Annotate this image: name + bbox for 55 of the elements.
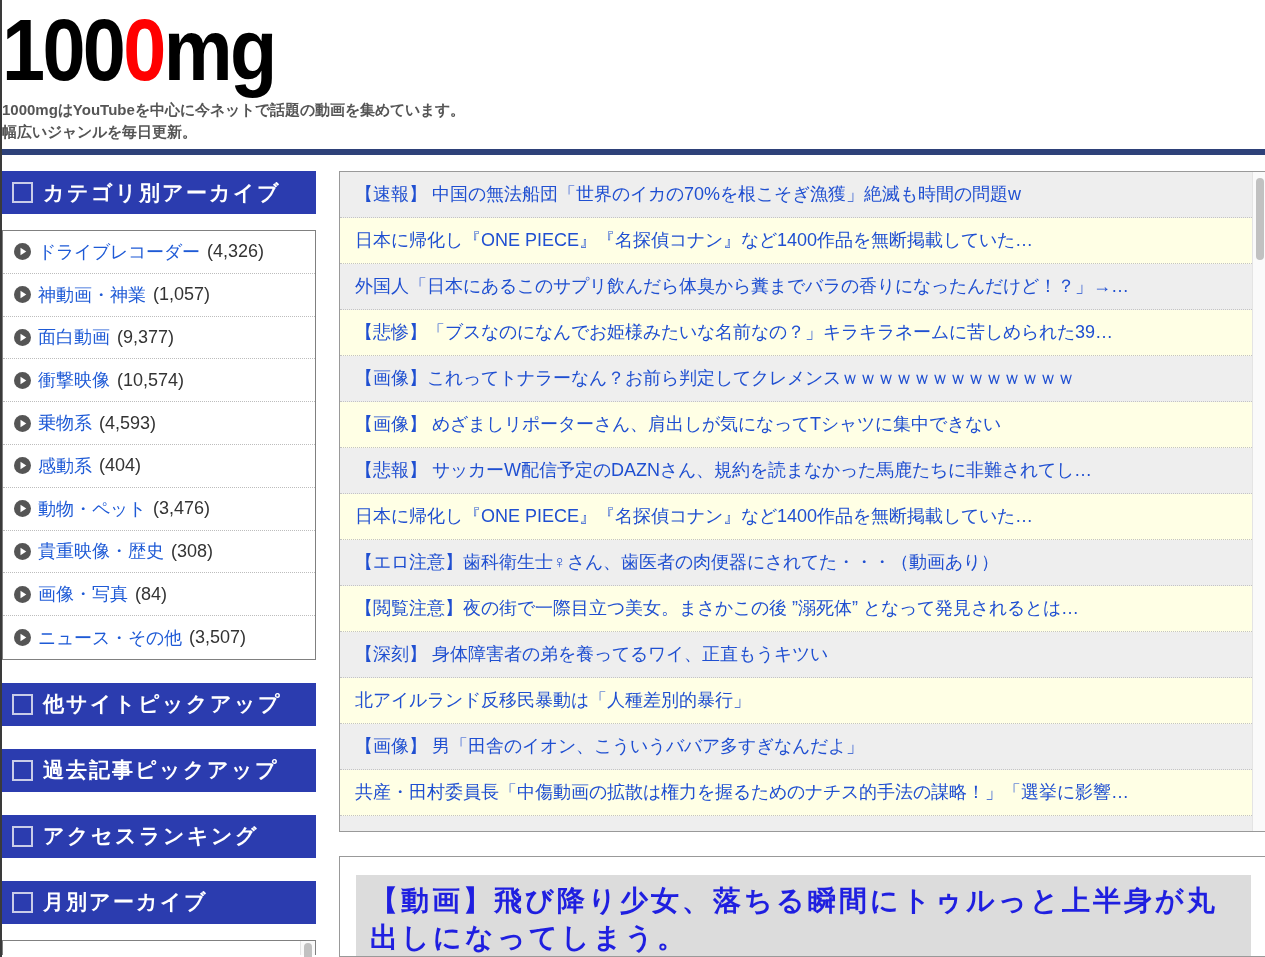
square-icon bbox=[12, 825, 33, 847]
square-icon bbox=[12, 182, 33, 203]
widget-title: 他サイトピックアップ bbox=[43, 691, 282, 718]
play-circle-icon bbox=[14, 286, 31, 304]
headline-link[interactable]: 共産・田村委員長「中傷動画の拡散は権力を握るためのナチス的手法の謀略！」「選挙に影響… bbox=[340, 770, 1252, 816]
widget-title: 月別アーカイブ bbox=[43, 889, 208, 916]
headline-link[interactable]: 日本に帰化し『ONE PIECE』『名探偵コナン』など1400作品を無断掲載していた… bbox=[340, 494, 1252, 540]
site-tagline: 1000mgはYouTubeを中心に今ネットで話題の動画を集めています。 bbox=[2, 100, 466, 120]
headline-link[interactable]: 北アイルランド反移民暴動は「人種差別的暴行」 bbox=[340, 678, 1252, 724]
scrollbar[interactable] bbox=[300, 940, 315, 955]
play-circle-icon bbox=[14, 629, 31, 647]
play-circle-icon bbox=[14, 585, 31, 603]
headline-link[interactable]: 【悲惨】「ブスなのになんでお姫様みたいな名前なの？」キラキラネームに苦しめられた39… bbox=[340, 310, 1252, 356]
category-count: (3,507) bbox=[189, 627, 247, 649]
category-count: (4,593) bbox=[99, 412, 157, 434]
article-title[interactable]: 【動画】飛び降り少女、落ちる瞬間にトゥルっと上半身が丸出しになってしまう。 bbox=[370, 882, 1221, 956]
category-count: (4,326) bbox=[207, 241, 265, 263]
square-icon bbox=[12, 693, 33, 715]
category-link[interactable]: ニュース・その他 bbox=[38, 625, 182, 650]
category-link[interactable]: 感動系 bbox=[38, 453, 92, 478]
site-logo[interactable]: 1000mg bbox=[2, 0, 275, 100]
play-circle-icon bbox=[14, 243, 31, 261]
play-circle-icon bbox=[14, 329, 31, 346]
category-link[interactable]: 神動画・神業 bbox=[38, 282, 146, 307]
category-link[interactable]: 画像・写真 bbox=[38, 582, 128, 607]
scrollbar-thumb[interactable] bbox=[1256, 178, 1264, 260]
play-circle-icon bbox=[14, 542, 31, 560]
category-link[interactable]: 面白動画 bbox=[38, 325, 110, 350]
category-count: (3,476) bbox=[153, 498, 211, 520]
widget-title: アクセスランキング bbox=[43, 823, 259, 850]
square-icon bbox=[12, 891, 33, 913]
category-count: (10,574) bbox=[117, 369, 185, 391]
category-link[interactable]: ドライブレコーダー bbox=[38, 239, 200, 264]
category-link[interactable]: 動物・ペット bbox=[38, 496, 146, 521]
play-circle-icon bbox=[14, 371, 31, 389]
category-count: (84) bbox=[135, 583, 167, 605]
widget-title: カテゴリ別アーカイブ bbox=[43, 179, 281, 206]
headline-link[interactable]: 【閲覧注意】夜の街で一際目立つ美女。まさかこの後 ”溺死体” となって発見されるとは… bbox=[340, 586, 1252, 632]
category-link[interactable]: 衝撃映像 bbox=[38, 368, 110, 393]
scrollbar[interactable] bbox=[1252, 172, 1265, 831]
play-circle-icon bbox=[14, 457, 31, 475]
scrollbar-thumb[interactable] bbox=[304, 942, 312, 957]
play-circle-icon bbox=[14, 414, 31, 432]
category-link[interactable]: 貴重映像・歴史 bbox=[38, 539, 164, 564]
category-count: (9,377) bbox=[117, 327, 175, 348]
category-count: (1,057) bbox=[153, 284, 211, 306]
category-link[interactable]: 乗物系 bbox=[38, 411, 92, 436]
site-tagline: 幅広いジャンルを毎日更新。 bbox=[2, 122, 198, 142]
category-count: (308) bbox=[171, 540, 214, 562]
square-icon bbox=[12, 759, 33, 781]
play-circle-icon bbox=[14, 500, 31, 518]
category-count: (404) bbox=[99, 455, 142, 477]
widget-title: 過去記事ピックアップ bbox=[43, 757, 279, 784]
headline-link[interactable]: 【画像】 めざましリポーターさん、肩出しが気になってTシャツに集中できない bbox=[340, 402, 1252, 448]
headline-link[interactable]: 日本に帰化し『ONE PIECE』『名探偵コナン』など1400作品を無断掲載していた… bbox=[340, 218, 1252, 264]
